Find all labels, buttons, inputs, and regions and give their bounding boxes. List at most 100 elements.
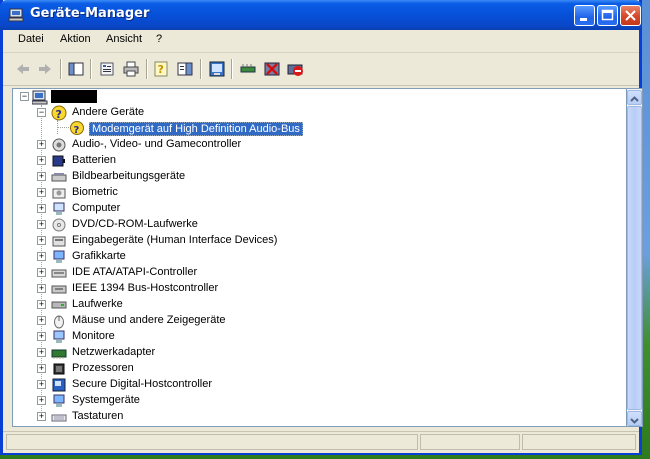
close-icon (625, 10, 636, 21)
expand-toggle[interactable]: + (37, 380, 46, 389)
tree-item-other-devices[interactable]: − ? Andere Geräte (13, 105, 313, 121)
properties-icon[interactable] (98, 60, 116, 78)
tree-item-category[interactable]: + Grafikkarte (13, 249, 343, 265)
console-tree-icon[interactable] (67, 60, 85, 78)
toolbar-separator (90, 59, 92, 79)
help-icon[interactable]: ? (153, 60, 171, 78)
tree-item-category[interactable]: + Mäuse und andere Zeigegeräte (13, 313, 343, 329)
tree-item-category[interactable]: + Eingabegeräte (Human Interface Devices) (13, 233, 343, 249)
expand-toggle[interactable]: + (37, 140, 46, 149)
expand-toggle[interactable]: + (37, 220, 46, 229)
monitor-icon (53, 330, 65, 343)
scroll-thumb[interactable] (627, 106, 642, 410)
processor-icon (53, 363, 65, 375)
scroll-down-button[interactable] (627, 411, 642, 426)
vertical-scrollbar[interactable] (627, 88, 643, 427)
tree-item-category[interactable]: + Netzwerkadapter (13, 345, 343, 361)
chevron-up-icon (630, 96, 639, 102)
tree-item-category[interactable]: + Computer (13, 201, 343, 217)
expand-toggle[interactable]: + (37, 268, 46, 277)
expand-toggle[interactable]: + (37, 348, 46, 357)
maximize-button[interactable] (597, 5, 618, 26)
tree-root[interactable]: − (13, 89, 313, 105)
device-manager-icon (8, 8, 24, 22)
expand-toggle[interactable]: + (37, 300, 46, 309)
expand-toggle[interactable]: + (37, 412, 46, 421)
close-button[interactable] (620, 5, 641, 26)
network-adapter-icon (51, 349, 67, 359)
forward-icon[interactable] (36, 60, 54, 78)
sd-host-icon (52, 378, 66, 392)
tree-item-label: Eingabegeräte (Human Interface Devices) (72, 234, 278, 246)
tree-item-category[interactable]: + Monitore (13, 329, 343, 345)
menu-file[interactable]: Datei (18, 33, 44, 45)
biometric-icon (52, 188, 66, 199)
toolbar-separator (146, 59, 148, 79)
battery-icon (52, 155, 65, 167)
device-tree[interactable]: − − ? Andere Geräte ? Modemgerät auf Hig… (12, 88, 627, 427)
ide-controller-icon (51, 269, 67, 278)
menu-view[interactable]: Ansicht (106, 33, 142, 45)
collapse-toggle[interactable]: − (37, 108, 46, 117)
tree-item-category[interactable]: + DVD/CD-ROM-Laufwerke (13, 217, 343, 233)
expand-toggle[interactable]: + (37, 284, 46, 293)
tree-item-label: Systemgeräte (72, 394, 140, 406)
collapse-toggle[interactable]: − (20, 92, 29, 101)
tree-item-category[interactable]: + Bildbearbeitungsgeräte (13, 169, 343, 185)
warning-device-icon: ? (70, 121, 84, 136)
maximize-icon (601, 9, 614, 21)
expand-toggle[interactable]: + (37, 396, 46, 405)
tree-item-category[interactable]: + Batterien (13, 153, 343, 169)
tree-item-category[interactable]: + Tastaturen (13, 409, 343, 425)
tree-item-label: Netzwerkadapter (72, 346, 156, 358)
back-icon[interactable] (14, 60, 32, 78)
expand-toggle[interactable]: + (37, 364, 46, 373)
computer-name-redacted (51, 90, 97, 103)
expand-toggle[interactable]: + (37, 204, 46, 213)
update-driver-icon[interactable] (208, 60, 226, 78)
tree-item-category[interactable]: + Systemgeräte (13, 393, 343, 409)
menu-help[interactable]: ? (156, 33, 162, 45)
tree-item-label: Audio-, Video- und Gamecontroller (72, 138, 242, 150)
minimize-button[interactable] (574, 5, 595, 26)
tree-item-label: Computer (72, 202, 121, 214)
print-icon[interactable] (122, 60, 140, 78)
tree-item-label: Bildbearbeitungsgeräte (72, 170, 186, 182)
scan-hardware-icon[interactable] (239, 60, 257, 78)
tree-item-modem-device[interactable]: ? Modemgerät auf High Definition Audio-B… (13, 121, 333, 137)
tree-item-label: IDE ATA/ATAPI-Controller (72, 266, 198, 278)
status-bar (3, 431, 639, 453)
display-adapter-icon (53, 250, 65, 263)
tree-item-category[interactable]: + IDE ATA/ATAPI-Controller (13, 265, 343, 281)
tree-item-category[interactable]: + Biometric (13, 185, 343, 201)
uninstall-device-icon[interactable] (286, 60, 304, 78)
tree-item-category[interactable]: + Audio-, Video- und Gamecontroller (13, 137, 343, 153)
tree-item-category[interactable]: + Laufwerke (13, 297, 343, 313)
expand-toggle[interactable]: + (37, 332, 46, 341)
expand-toggle[interactable]: + (37, 156, 46, 165)
tree-item-category[interactable]: + Prozessoren (13, 361, 343, 377)
expand-toggle[interactable]: + (37, 316, 46, 325)
tree-item-category[interactable]: + IEEE 1394 Bus-Hostcontroller (13, 281, 343, 297)
expand-toggle[interactable]: + (37, 172, 46, 181)
minimize-icon (580, 18, 587, 21)
status-pane (420, 434, 520, 450)
title-bar[interactable]: Geräte-Manager (0, 0, 642, 30)
toolbar-separator (60, 59, 62, 79)
tree-item-label: IEEE 1394 Bus-Hostcontroller (72, 282, 219, 294)
action-pane-icon[interactable] (176, 60, 194, 78)
toolbar: ? (3, 53, 639, 86)
expand-toggle[interactable]: + (37, 252, 46, 261)
menu-action[interactable]: Aktion (60, 33, 91, 45)
expand-toggle[interactable]: + (37, 236, 46, 245)
toolbar-separator (231, 59, 233, 79)
device-manager-window: Geräte-Manager Datei Aktion Ansicht ? ? (0, 0, 643, 455)
menu-bar: Datei Aktion Ansicht ? (3, 30, 639, 53)
scroll-up-button[interactable] (627, 90, 642, 105)
expand-toggle[interactable]: + (37, 188, 46, 197)
disable-device-icon[interactable] (263, 60, 281, 78)
tree-item-label: Biometric (72, 186, 118, 198)
tree-item-label: Tastaturen (72, 410, 124, 422)
scanner-icon (51, 173, 67, 182)
tree-item-category[interactable]: + Secure Digital-Hostcontroller (13, 377, 343, 393)
